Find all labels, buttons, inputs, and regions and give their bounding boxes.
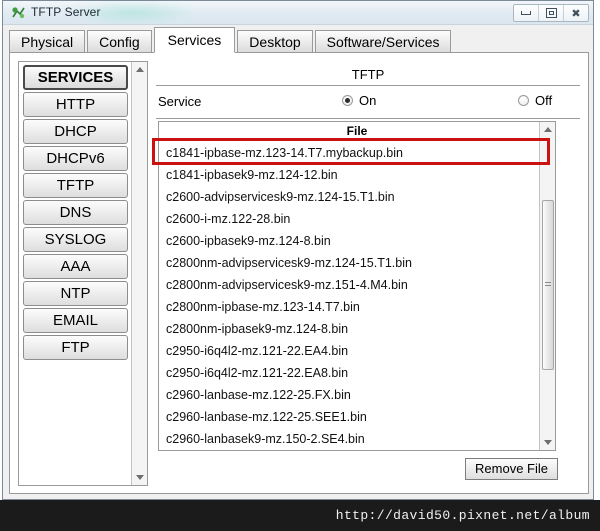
sidebar-scroll-down-button[interactable] [132, 470, 147, 485]
tab-config[interactable]: Config [87, 30, 152, 53]
sidebar-item-dhcp[interactable]: DHCP [23, 119, 128, 144]
chevron-down-icon [543, 440, 552, 445]
restore-button[interactable] [539, 5, 564, 21]
services-sidebar: SERVICES HTTP DHCP DHCPv6 TFTP DNS SYSLO… [18, 61, 148, 486]
window-controls: ✖ [513, 4, 589, 22]
file-row[interactable]: c2800nm-advipservicesk9-mz.151-4.M4.bin [159, 274, 538, 296]
sidebar-item-ftp[interactable]: FTP [23, 335, 128, 360]
tftp-settings-pane: TFTP Service On Off File c1841-ipbase-mz… [152, 61, 580, 486]
service-toggle-row: Service On Off [156, 86, 580, 116]
sidebar-header-services: SERVICES [23, 65, 128, 90]
services-content-panel: SERVICES HTTP DHCP DHCPv6 TFTP DNS SYSLO… [9, 52, 589, 494]
file-row[interactable]: c2960-lanbase-mz.122-25.SEE1.bin [159, 406, 538, 428]
filelist-scroll-down-button[interactable] [540, 435, 555, 450]
service-off-radio[interactable]: Off [518, 93, 552, 108]
file-row[interactable]: c2950-i6q4l2-mz.121-22.EA8.bin [159, 362, 538, 384]
app-icon [11, 5, 27, 21]
file-row[interactable]: c2800nm-ipbase-mz.123-14.T7.bin [159, 296, 538, 318]
file-row[interactable]: c2600-advipservicesk9-mz.124-15.T1.bin [159, 186, 538, 208]
sidebar-button-list: SERVICES HTTP DHCP DHCPv6 TFTP DNS SYSLO… [19, 62, 131, 362]
minimize-button[interactable] [514, 5, 539, 21]
remove-file-button[interactable]: Remove File [465, 458, 558, 480]
scroll-thumb-grip-icon [545, 282, 551, 288]
file-row[interactable]: c2600-i-mz.122-28.bin [159, 208, 538, 230]
service-off-label: Off [535, 93, 553, 108]
sidebar-scroll-up-button[interactable] [132, 62, 147, 77]
pane-title: TFTP [351, 67, 385, 82]
file-row[interactable]: c2960-lanbasek9-mz.150-2.SE4.bin [159, 428, 538, 450]
close-icon: ✖ [571, 6, 581, 20]
window-titlebar[interactable]: TFTP Server ✖ [3, 1, 593, 25]
service-on-radio[interactable]: On [342, 93, 376, 108]
radio-on-icon [342, 95, 353, 106]
screenshot-root: TFTP Server ✖ Physical Config Services D… [0, 0, 600, 531]
tab-desktop[interactable]: Desktop [237, 30, 313, 53]
file-row[interactable]: c2960-lanbase-mz.122-25.FX.bin [159, 384, 538, 406]
file-row[interactable]: c2600-ipbasek9-mz.124-8.bin [159, 230, 538, 252]
sidebar-item-tftp[interactable]: TFTP [23, 173, 128, 198]
file-list-rows[interactable]: c1841-ipbase-mz.123-14.T7.mybackup.bin c1… [159, 142, 538, 450]
close-button[interactable]: ✖ [564, 5, 588, 21]
watermark-url: http://david50.pixnet.net/album [335, 508, 590, 523]
file-row[interactable]: c2800nm-ipbasek9-mz.124-8.bin [159, 318, 538, 340]
window-title: TFTP Server [31, 5, 101, 19]
file-row[interactable]: c2950-i6q4l2-mz.121-22.EA4.bin [159, 340, 538, 362]
file-column-header: File [159, 122, 555, 141]
radio-off-icon [518, 95, 529, 106]
sidebar-item-dhcpv6[interactable]: DHCPv6 [23, 146, 128, 171]
sidebar-item-http[interactable]: HTTP [23, 92, 128, 117]
file-row[interactable]: c2800nm-advipservicesk9-mz.124-15.T1.bin [159, 252, 538, 274]
file-row[interactable]: c1841-ipbase-mz.123-14.T7.mybackup.bin [159, 142, 538, 164]
chevron-down-icon [135, 475, 144, 480]
file-list-scrollbar[interactable] [539, 122, 555, 450]
minimize-icon [521, 11, 531, 15]
service-row-divider [156, 118, 580, 119]
sidebar-scrollbar[interactable] [131, 62, 147, 485]
service-on-label: On [359, 93, 377, 108]
tab-strip: Physical Config Services Desktop Softwar… [9, 27, 587, 53]
restore-icon [545, 8, 557, 18]
chevron-up-icon [135, 67, 144, 72]
sidebar-item-email[interactable]: EMAIL [23, 308, 128, 333]
chevron-up-icon [543, 127, 552, 132]
tftp-server-window: TFTP Server ✖ Physical Config Services D… [2, 0, 594, 500]
sidebar-item-dns[interactable]: DNS [23, 200, 128, 225]
tab-software-services[interactable]: Software/Services [314, 30, 452, 53]
file-list-box: File c1841-ipbase-mz.123-14.T7.mybackup.… [158, 121, 556, 451]
tab-physical[interactable]: Physical [9, 30, 86, 53]
sidebar-item-aaa[interactable]: AAA [23, 254, 128, 279]
tab-services[interactable]: Services [153, 27, 236, 53]
file-row[interactable]: c1841-ipbasek9-mz.124-12.bin [159, 164, 538, 186]
filelist-scroll-up-button[interactable] [540, 122, 555, 137]
sidebar-item-syslog[interactable]: SYSLOG [23, 227, 128, 252]
filelist-scroll-thumb[interactable] [542, 200, 554, 370]
service-label: Service [158, 94, 202, 109]
sidebar-item-ntp[interactable]: NTP [23, 281, 128, 306]
